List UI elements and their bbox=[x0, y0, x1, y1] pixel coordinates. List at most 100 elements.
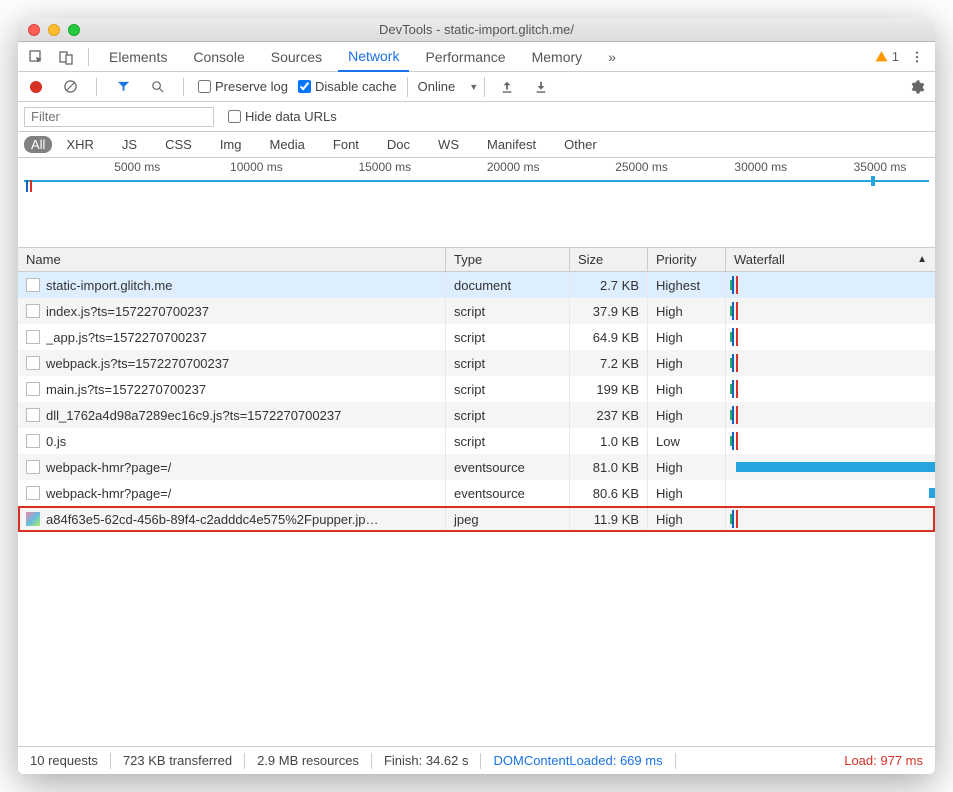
request-priority: Highest bbox=[648, 272, 726, 298]
download-har-icon[interactable] bbox=[529, 75, 553, 99]
file-icon bbox=[26, 330, 40, 344]
tab-memory[interactable]: Memory bbox=[522, 42, 593, 72]
type-ws[interactable]: WS bbox=[438, 137, 459, 152]
tab-network[interactable]: Network bbox=[338, 42, 409, 72]
file-icon bbox=[26, 486, 40, 500]
settings-icon[interactable] bbox=[905, 75, 929, 99]
table-row[interactable]: a84f63e5-62cd-456b-89f4-c2adddc4e575%2Fp… bbox=[18, 506, 935, 532]
upload-har-icon[interactable] bbox=[495, 75, 519, 99]
request-priority: High bbox=[648, 480, 726, 506]
preserve-log-checkbox[interactable]: Preserve log bbox=[198, 79, 288, 94]
request-name: main.js?ts=1572270700237 bbox=[46, 382, 206, 397]
type-manifest[interactable]: Manifest bbox=[487, 137, 536, 152]
request-name: 0.js bbox=[46, 434, 66, 449]
table-row[interactable]: webpack-hmr?page=/ eventsource80.6 KBHigh bbox=[18, 480, 935, 506]
request-type: eventsource bbox=[446, 454, 570, 480]
request-priority: High bbox=[648, 402, 726, 428]
col-priority[interactable]: Priority bbox=[648, 248, 726, 271]
waterfall-cell bbox=[726, 428, 935, 454]
table-body: static-import.glitch.medocument2.7 KBHig… bbox=[18, 272, 935, 624]
tab-more[interactable]: » bbox=[598, 42, 626, 72]
device-toggle-icon[interactable] bbox=[54, 45, 78, 69]
timeline[interactable]: 5000 ms10000 ms15000 ms20000 ms25000 ms3… bbox=[18, 158, 935, 248]
inspect-icon[interactable] bbox=[24, 45, 48, 69]
table-row[interactable]: static-import.glitch.medocument2.7 KBHig… bbox=[18, 272, 935, 298]
search-icon[interactable] bbox=[145, 75, 169, 99]
request-name: webpack-hmr?page=/ bbox=[46, 486, 171, 501]
tab-console[interactable]: Console bbox=[183, 42, 254, 72]
waterfall-cell bbox=[726, 350, 935, 376]
file-icon bbox=[26, 434, 40, 448]
titlebar: DevTools - static-import.glitch.me/ bbox=[18, 18, 935, 42]
request-size: 80.6 KB bbox=[570, 480, 648, 506]
type-img[interactable]: Img bbox=[220, 137, 242, 152]
request-name: dll_1762a4d98a7289ec16c9.js?ts=157227070… bbox=[46, 408, 341, 423]
request-name: index.js?ts=1572270700237 bbox=[46, 304, 209, 319]
clear-icon[interactable] bbox=[58, 75, 82, 99]
type-css[interactable]: CSS bbox=[165, 137, 192, 152]
status-load: Load: 977 ms bbox=[844, 753, 923, 768]
request-priority: High bbox=[648, 506, 726, 532]
type-all[interactable]: All bbox=[24, 136, 52, 153]
filter-icon[interactable] bbox=[111, 75, 135, 99]
type-doc[interactable]: Doc bbox=[387, 137, 410, 152]
type-js[interactable]: JS bbox=[122, 137, 137, 152]
image-icon bbox=[26, 512, 40, 526]
tabbar: ElementsConsoleSourcesNetworkPerformance… bbox=[18, 42, 935, 72]
request-type: document bbox=[446, 272, 570, 298]
status-finish: Finish: 34.62 s bbox=[384, 753, 469, 768]
status-requests: 10 requests bbox=[30, 753, 98, 768]
file-icon bbox=[26, 356, 40, 370]
waterfall-cell bbox=[726, 324, 935, 350]
type-xhr[interactable]: XHR bbox=[66, 137, 93, 152]
table-row[interactable]: webpack-hmr?page=/eventsource81.0 KBHigh bbox=[18, 454, 935, 480]
col-size[interactable]: Size bbox=[570, 248, 648, 271]
timeline-tick: 30000 ms bbox=[734, 160, 787, 174]
disable-cache-checkbox[interactable]: Disable cache bbox=[298, 79, 397, 94]
col-type[interactable]: Type bbox=[446, 248, 570, 271]
window-title: DevTools - static-import.glitch.me/ bbox=[18, 22, 935, 37]
table-row[interactable]: main.js?ts=1572270700237script199 KBHigh bbox=[18, 376, 935, 402]
record-button[interactable] bbox=[24, 75, 48, 99]
request-type: eventsource bbox=[446, 480, 570, 506]
waterfall-cell bbox=[726, 272, 935, 298]
request-priority: High bbox=[648, 376, 726, 402]
timeline-tick: 20000 ms bbox=[487, 160, 540, 174]
type-other[interactable]: Other bbox=[564, 137, 597, 152]
request-size: 2.7 KB bbox=[570, 272, 648, 298]
warnings-badge[interactable]: 1 bbox=[875, 49, 899, 64]
type-media[interactable]: Media bbox=[269, 137, 304, 152]
request-name: a84f63e5-62cd-456b-89f4-c2adddc4e575%2Fp… bbox=[46, 512, 378, 527]
tab-sources[interactable]: Sources bbox=[261, 42, 332, 72]
preserve-log-label: Preserve log bbox=[215, 79, 288, 94]
table-row[interactable]: index.js?ts=1572270700237script37.9 KBHi… bbox=[18, 298, 935, 324]
request-priority: High bbox=[648, 298, 726, 324]
table-row[interactable]: webpack.js?ts=1572270700237script7.2 KBH… bbox=[18, 350, 935, 376]
request-name: webpack.js?ts=1572270700237 bbox=[46, 356, 229, 371]
request-size: 199 KB bbox=[570, 376, 648, 402]
table-row[interactable]: _app.js?ts=1572270700237script64.9 KBHig… bbox=[18, 324, 935, 350]
file-icon bbox=[26, 460, 40, 474]
hide-data-urls-checkbox[interactable]: Hide data URLs bbox=[228, 109, 337, 124]
timeline-tick: 15000 ms bbox=[358, 160, 411, 174]
type-font[interactable]: Font bbox=[333, 137, 359, 152]
waterfall-cell bbox=[726, 402, 935, 428]
file-icon bbox=[26, 278, 40, 292]
request-priority: Low bbox=[648, 428, 726, 454]
request-size: 11.9 KB bbox=[570, 506, 648, 532]
col-name[interactable]: Name bbox=[18, 248, 446, 271]
request-size: 64.9 KB bbox=[570, 324, 648, 350]
table-row[interactable]: 0.jsscript1.0 KBLow bbox=[18, 428, 935, 454]
col-waterfall[interactable]: Waterfall▲ bbox=[726, 248, 935, 271]
table-row[interactable]: dll_1762a4d98a7289ec16c9.js?ts=157227070… bbox=[18, 402, 935, 428]
timeline-tick: 10000 ms bbox=[230, 160, 283, 174]
request-type: script bbox=[446, 402, 570, 428]
filter-input[interactable] bbox=[24, 107, 214, 127]
request-type: script bbox=[446, 298, 570, 324]
kebab-menu-icon[interactable] bbox=[905, 45, 929, 69]
timeline-tick: 25000 ms bbox=[615, 160, 668, 174]
tab-elements[interactable]: Elements bbox=[99, 42, 177, 72]
tab-performance[interactable]: Performance bbox=[415, 42, 515, 72]
waterfall-cell bbox=[726, 298, 935, 324]
throttling-select[interactable]: Online ▼ bbox=[407, 77, 486, 97]
